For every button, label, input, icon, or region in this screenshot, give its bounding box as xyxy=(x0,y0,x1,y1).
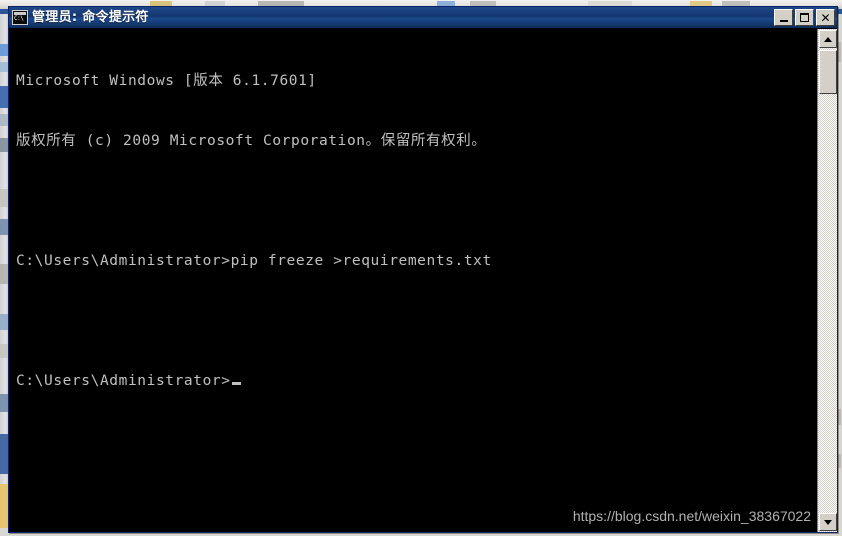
text-cursor xyxy=(231,382,241,385)
window-titlebar[interactable]: 管理员: 命令提示符 ✕ xyxy=(9,7,837,29)
console-line-command: C:\Users\Administrator>pip freeze >requi… xyxy=(16,253,492,269)
scroll-down-button[interactable] xyxy=(819,513,837,531)
maximize-button[interactable] xyxy=(795,9,814,26)
command-prompt-window: 管理员: 命令提示符 ✕ Microsoft Windows [版本 6.1.7… xyxy=(8,6,838,533)
vertical-scrollbar[interactable] xyxy=(817,29,837,532)
scroll-up-button[interactable] xyxy=(819,30,837,48)
minimize-button[interactable] xyxy=(774,9,793,26)
console-line: Microsoft Windows [版本 6.1.7601] xyxy=(16,73,317,89)
close-button[interactable]: ✕ xyxy=(816,9,835,26)
minimize-icon xyxy=(775,10,792,25)
window-title: 管理员: 命令提示符 xyxy=(32,9,149,25)
console-output: Microsoft Windows [版本 6.1.7601] 版权所有 (c)… xyxy=(16,31,815,431)
maximize-icon xyxy=(796,10,813,25)
console-line-prompt: C:\Users\Administrator> xyxy=(16,371,815,391)
scroll-down-arrow-icon xyxy=(824,519,832,525)
scrollbar-thumb[interactable] xyxy=(819,50,837,94)
cmd-icon xyxy=(12,10,28,25)
scroll-up-arrow-icon xyxy=(824,36,832,42)
watermark-text: https://blog.csdn.net/weixin_38367022 xyxy=(572,508,811,524)
console-client-area[interactable]: Microsoft Windows [版本 6.1.7601] 版权所有 (c)… xyxy=(9,29,837,532)
screenshot-root: 管理员: 命令提示符 ✕ Microsoft Windows [版本 6.1.7… xyxy=(0,0,842,536)
console-line: 版权所有 (c) 2009 Microsoft Corporation。保留所有… xyxy=(16,133,487,149)
window-controls: ✕ xyxy=(774,9,835,26)
prompt-text: C:\Users\Administrator> xyxy=(16,373,231,389)
close-icon: ✕ xyxy=(820,10,831,25)
